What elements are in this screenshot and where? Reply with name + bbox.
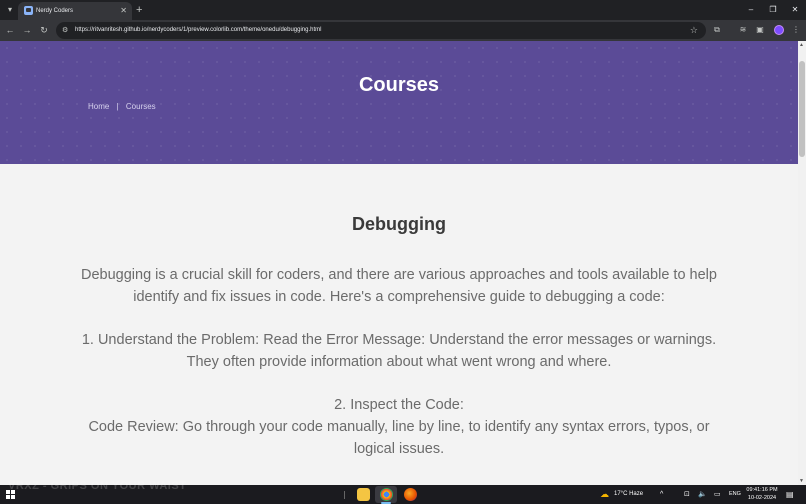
new-tab-button[interactable]: + bbox=[136, 3, 142, 17]
intro-paragraph: Debugging is a crucial skill for coders,… bbox=[81, 267, 717, 305]
profile-avatar[interactable] bbox=[774, 25, 784, 35]
tab-title: Nerdy Coders bbox=[36, 8, 74, 14]
page-viewport: Courses Home | Courses Debugging Debuggi… bbox=[0, 41, 798, 485]
extensions-icon[interactable]: ⧉ bbox=[711, 24, 723, 36]
media-overlay-text: VRXZ - GRIPS ON YOUR WAIST bbox=[8, 480, 187, 492]
step-2-heading: 2. Inspect the Code: bbox=[334, 397, 464, 413]
file-explorer-icon[interactable] bbox=[357, 488, 370, 501]
tray-chevron-icon[interactable]: ^ bbox=[660, 489, 663, 500]
media-controls-icon[interactable]: ≋ bbox=[737, 24, 749, 36]
battery-icon[interactable]: ▭ bbox=[714, 489, 721, 500]
back-icon[interactable]: ← bbox=[4, 24, 16, 36]
breadcrumb-separator: | bbox=[116, 102, 119, 111]
address-bar[interactable]: ⚙ https://ritvanritesh.github.io/nerdyco… bbox=[56, 22, 706, 39]
minimize-icon[interactable]: – bbox=[744, 3, 758, 17]
site-info-icon[interactable]: ⚙ bbox=[62, 25, 68, 36]
hero-title: Courses bbox=[358, 74, 440, 96]
breadcrumb-current[interactable]: Courses bbox=[126, 102, 156, 111]
page-scrollbar[interactable]: ▲ ▼ bbox=[798, 41, 806, 485]
favicon-icon bbox=[24, 6, 33, 15]
tab-search-icon[interactable]: ▾ bbox=[4, 4, 16, 16]
restore-icon[interactable]: ❐ bbox=[766, 3, 780, 17]
hero-banner: Courses Home | Courses bbox=[0, 41, 798, 164]
browser-toolbar: ← → ↻ ⚙ https://ritvanritesh.github.io/n… bbox=[0, 20, 806, 41]
browser-tab[interactable]: Nerdy Coders ✕ bbox=[18, 2, 132, 20]
close-window-icon[interactable]: ✕ bbox=[788, 3, 802, 17]
network-icon[interactable]: ⊡ bbox=[684, 489, 690, 500]
breadcrumb: Home | Courses bbox=[88, 102, 161, 112]
scroll-up-icon[interactable]: ▲ bbox=[799, 42, 804, 48]
taskbar-separator bbox=[344, 491, 345, 499]
browser-tab-bar: ▾ Nerdy Coders ✕ + – ❐ ✕ bbox=[0, 0, 806, 20]
code-review-paragraph: Code Review: Go through your code manual… bbox=[88, 419, 710, 457]
breadcrumb-home-link[interactable]: Home bbox=[88, 102, 109, 111]
bookmark-star-icon[interactable]: ☆ bbox=[690, 24, 698, 37]
windows-taskbar: VRXZ - GRIPS ON YOUR WAIST ☁ 17°C Haze ^… bbox=[0, 480, 806, 504]
close-tab-icon[interactable]: ✕ bbox=[120, 5, 127, 17]
scroll-down-icon[interactable]: ▼ bbox=[799, 478, 804, 484]
volume-icon[interactable]: 🔈 bbox=[698, 489, 707, 500]
weather-icon[interactable]: ☁ bbox=[600, 489, 609, 500]
clock-time: 09:41:16 PM bbox=[746, 487, 778, 493]
notifications-icon[interactable]: ▤ bbox=[786, 489, 794, 500]
forward-icon[interactable]: → bbox=[21, 24, 33, 36]
windows-start-icon[interactable] bbox=[6, 490, 15, 499]
url-text[interactable]: https://ritvanritesh.github.io/nerdycode… bbox=[75, 25, 321, 36]
scroll-thumb[interactable] bbox=[799, 61, 805, 157]
reload-icon[interactable]: ↻ bbox=[38, 24, 50, 36]
step-1-paragraph: 1. Understand the Problem: Read the Erro… bbox=[81, 332, 717, 370]
weather-text[interactable]: 17°C Haze bbox=[614, 489, 643, 500]
section-title: Debugging bbox=[352, 214, 446, 234]
app-orb-icon[interactable] bbox=[404, 488, 417, 501]
clock-date: 10-02-2024 bbox=[747, 495, 777, 501]
language-indicator[interactable]: ENG bbox=[729, 489, 741, 500]
chrome-icon[interactable] bbox=[380, 488, 393, 501]
clock[interactable]: 09:41:16 PM 10-02-2024 bbox=[745, 486, 779, 502]
side-panel-icon[interactable]: ▣ bbox=[754, 24, 766, 36]
browser-menu-icon[interactable]: ⋮ bbox=[790, 24, 802, 36]
